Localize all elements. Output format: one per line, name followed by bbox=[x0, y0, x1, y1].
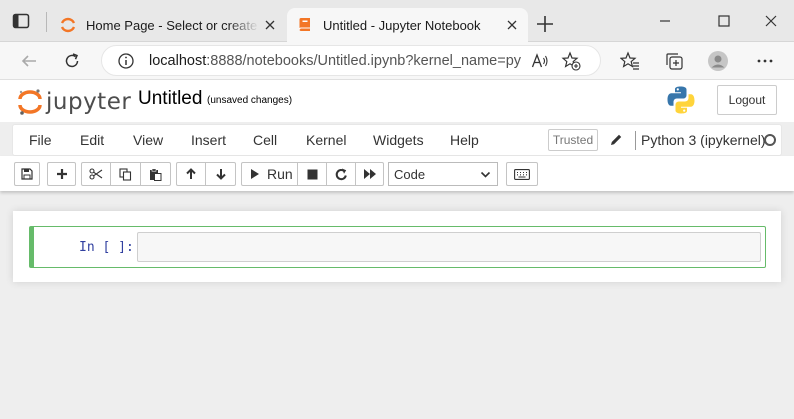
menu-help[interactable]: Help bbox=[450, 132, 479, 148]
url-text: localhost:8888/notebooks/Untitled.ipynb?… bbox=[149, 53, 521, 69]
favorites-icon[interactable] bbox=[620, 51, 640, 71]
menu-edit[interactable]: Edit bbox=[80, 132, 104, 148]
notebook-favicon-icon bbox=[299, 18, 310, 31]
play-icon bbox=[251, 169, 259, 179]
move-cell-up-button[interactable] bbox=[176, 162, 206, 186]
python-logo-icon bbox=[667, 86, 695, 114]
insert-cell-below-button[interactable] bbox=[47, 162, 76, 186]
code-cell[interactable]: In [ ]: bbox=[29, 226, 766, 268]
paste-icon bbox=[150, 168, 162, 181]
browser-tab-home[interactable]: Home Page - Select or create a notebook bbox=[50, 8, 286, 42]
cell-type-value: Code bbox=[394, 166, 426, 182]
more-options-icon[interactable] bbox=[755, 51, 775, 71]
keyboard-icon bbox=[514, 168, 530, 180]
move-cell-down-button[interactable] bbox=[205, 162, 236, 186]
logout-button[interactable]: Logout bbox=[717, 85, 777, 115]
jupyter-header: jupyter Untitled (unsaved changes) Logou… bbox=[0, 80, 794, 122]
run-cell-button[interactable]: Run bbox=[241, 162, 298, 186]
cell-type-select[interactable]: Code bbox=[388, 162, 498, 186]
fast-forward-icon bbox=[363, 169, 376, 179]
menu-widgets[interactable]: Widgets bbox=[373, 132, 424, 148]
read-aloud-icon[interactable] bbox=[531, 52, 549, 70]
copy-cells-button[interactable] bbox=[110, 162, 141, 186]
notebook-name[interactable]: Untitled bbox=[138, 88, 202, 110]
browser-tab-strip: Home Page - Select or create a notebook … bbox=[0, 0, 794, 42]
save-button[interactable] bbox=[14, 162, 40, 186]
menu-insert[interactable]: Insert bbox=[191, 132, 226, 148]
kernel-name[interactable]: Python 3 (ipykernel) bbox=[641, 132, 766, 148]
restart-kernel-button[interactable] bbox=[326, 162, 356, 186]
edit-mode-pencil-icon bbox=[611, 134, 622, 145]
browser-address-bar: localhost:8888/notebooks/Untitled.ipynb?… bbox=[0, 42, 794, 80]
minimize-icon[interactable] bbox=[658, 14, 672, 28]
kernel-idle-indicator-icon bbox=[764, 134, 776, 146]
cut-cells-button[interactable] bbox=[81, 162, 111, 186]
jupyter-logo[interactable]: jupyter bbox=[17, 85, 131, 117]
tab-label: Home Page - Select or create a notebook bbox=[86, 17, 259, 33]
stop-icon bbox=[307, 169, 317, 179]
arrow-down-icon bbox=[215, 169, 226, 180]
url-field[interactable]: localhost:8888/notebooks/Untitled.ipynb?… bbox=[101, 45, 601, 76]
trusted-indicator[interactable]: Trusted bbox=[548, 129, 598, 151]
back-arrow-icon[interactable] bbox=[20, 52, 38, 70]
restart-run-all-button[interactable] bbox=[355, 162, 384, 186]
profile-avatar-icon[interactable] bbox=[708, 51, 728, 71]
save-status: (unsaved changes) bbox=[207, 95, 293, 106]
menu-view[interactable]: View bbox=[133, 132, 163, 148]
jupyter-favicon-icon bbox=[60, 17, 76, 33]
browser-tab-untitled[interactable]: Untitled - Jupyter Notebook bbox=[287, 8, 528, 42]
copy-icon bbox=[119, 167, 132, 181]
url-path: :8888/notebooks/Untitled.ipynb?kernel_na… bbox=[206, 52, 521, 69]
interrupt-kernel-button[interactable] bbox=[297, 162, 327, 186]
restart-icon bbox=[335, 168, 347, 180]
maximize-icon[interactable] bbox=[717, 14, 731, 28]
input-prompt: In [ ]: bbox=[79, 240, 134, 255]
menu-file[interactable]: File bbox=[29, 132, 52, 148]
tab-label: Untitled - Jupyter Notebook bbox=[323, 17, 481, 33]
notebook-menubar: File Edit View Insert Cell Kernel Widget… bbox=[12, 124, 782, 156]
paste-cells-button[interactable] bbox=[140, 162, 171, 186]
arrow-up-icon bbox=[186, 168, 196, 179]
jupyter-wordmark: jupyter bbox=[46, 89, 132, 115]
refresh-icon[interactable] bbox=[63, 52, 81, 70]
new-tab-icon[interactable] bbox=[535, 14, 555, 34]
chevron-down-icon bbox=[480, 171, 491, 178]
menu-kernel[interactable]: Kernel bbox=[306, 132, 346, 148]
close-window-icon[interactable] bbox=[764, 14, 778, 28]
save-icon bbox=[21, 168, 33, 180]
code-editor[interactable] bbox=[137, 232, 761, 262]
run-label: Run bbox=[267, 166, 293, 182]
kernel-separator bbox=[635, 131, 636, 150]
plus-icon bbox=[56, 169, 67, 179]
add-favorite-icon[interactable] bbox=[561, 50, 581, 71]
notebook-container: In [ ]: bbox=[13, 211, 781, 282]
tab-actions-icon[interactable] bbox=[12, 12, 30, 30]
menu-cell[interactable]: Cell bbox=[253, 132, 277, 148]
url-host: localhost bbox=[149, 52, 207, 69]
scissors-icon bbox=[89, 168, 103, 180]
close-tab-icon[interactable] bbox=[259, 14, 281, 36]
notebook-toolbar: Run Code bbox=[0, 156, 794, 191]
close-tab-icon[interactable] bbox=[501, 14, 523, 36]
site-info-icon[interactable] bbox=[117, 52, 135, 70]
tab-separator bbox=[46, 12, 47, 32]
jupyter-logo-icon bbox=[18, 89, 42, 115]
collections-icon[interactable] bbox=[664, 51, 684, 71]
command-palette-button[interactable] bbox=[506, 162, 538, 186]
